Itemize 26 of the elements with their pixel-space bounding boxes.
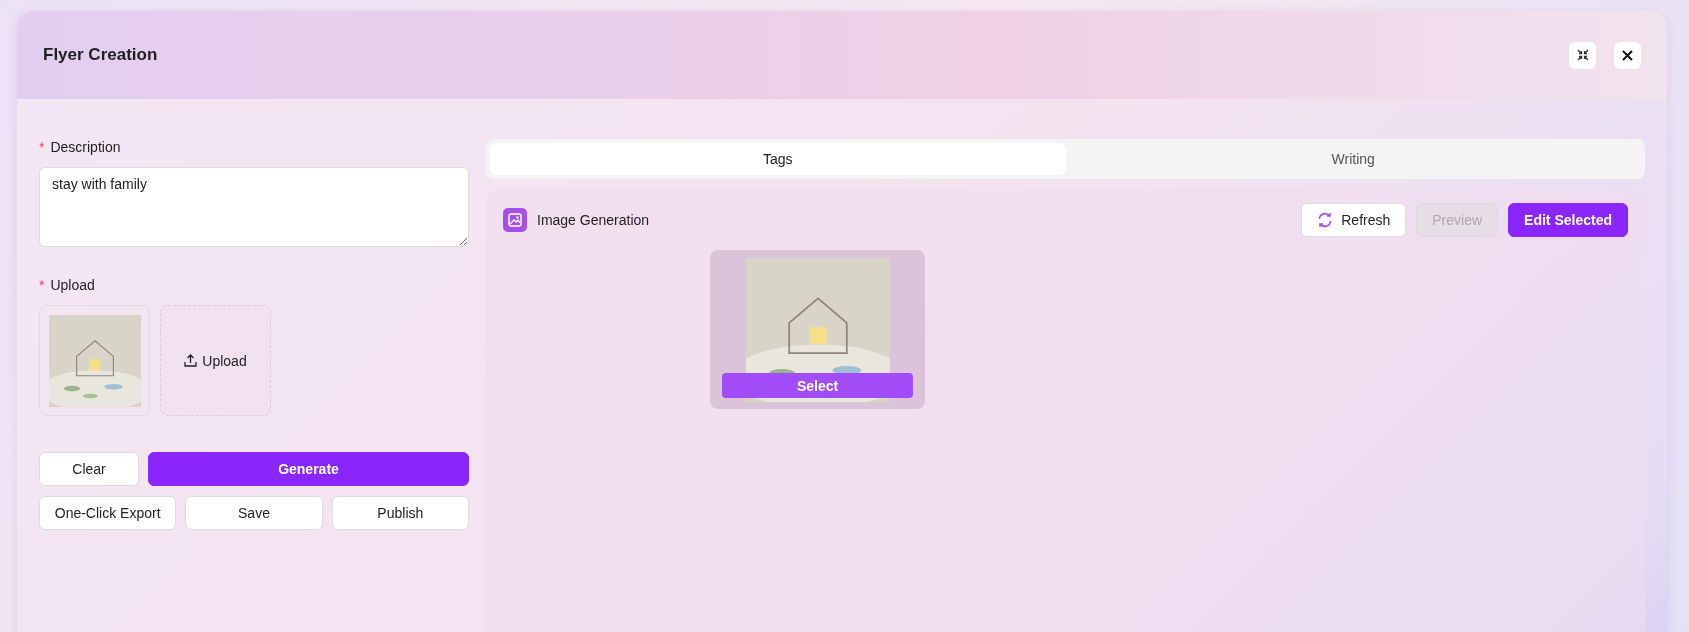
action-button[interactable]: Save [185, 496, 323, 530]
close-button[interactable] [1614, 41, 1641, 69]
panel-title: Image Generation [537, 212, 651, 228]
action-button[interactable]: Generate [148, 452, 469, 486]
tab[interactable]: Writing [1065, 143, 1641, 175]
select-button[interactable]: Select [722, 373, 913, 398]
upload-button[interactable]: Upload [160, 305, 271, 416]
action-button[interactable]: One-Click Export [39, 496, 177, 530]
image-icon [503, 208, 527, 232]
tab[interactable]: Tags [490, 143, 1066, 175]
upload-icon [184, 354, 198, 367]
collapse-button[interactable] [1569, 41, 1596, 69]
uploaded-image-tile[interactable] [39, 305, 150, 416]
field-label: Upload [50, 277, 95, 293]
action-button[interactable]: Clear [39, 452, 139, 486]
collapse-icon [1576, 49, 1589, 61]
required-mark: * [39, 139, 45, 155]
toolbar-button[interactable]: Edit Selected [1508, 203, 1628, 237]
field-label: Description [50, 139, 121, 155]
close-icon [1622, 49, 1633, 61]
description-field[interactable]: stay with family [39, 167, 469, 247]
window-title: Flyer Creation [43, 45, 159, 65]
required-mark: * [39, 277, 45, 293]
refresh-button[interactable]: Refresh [1301, 203, 1407, 237]
action-button[interactable]: Publish [331, 496, 469, 530]
refresh-icon [1317, 212, 1334, 228]
